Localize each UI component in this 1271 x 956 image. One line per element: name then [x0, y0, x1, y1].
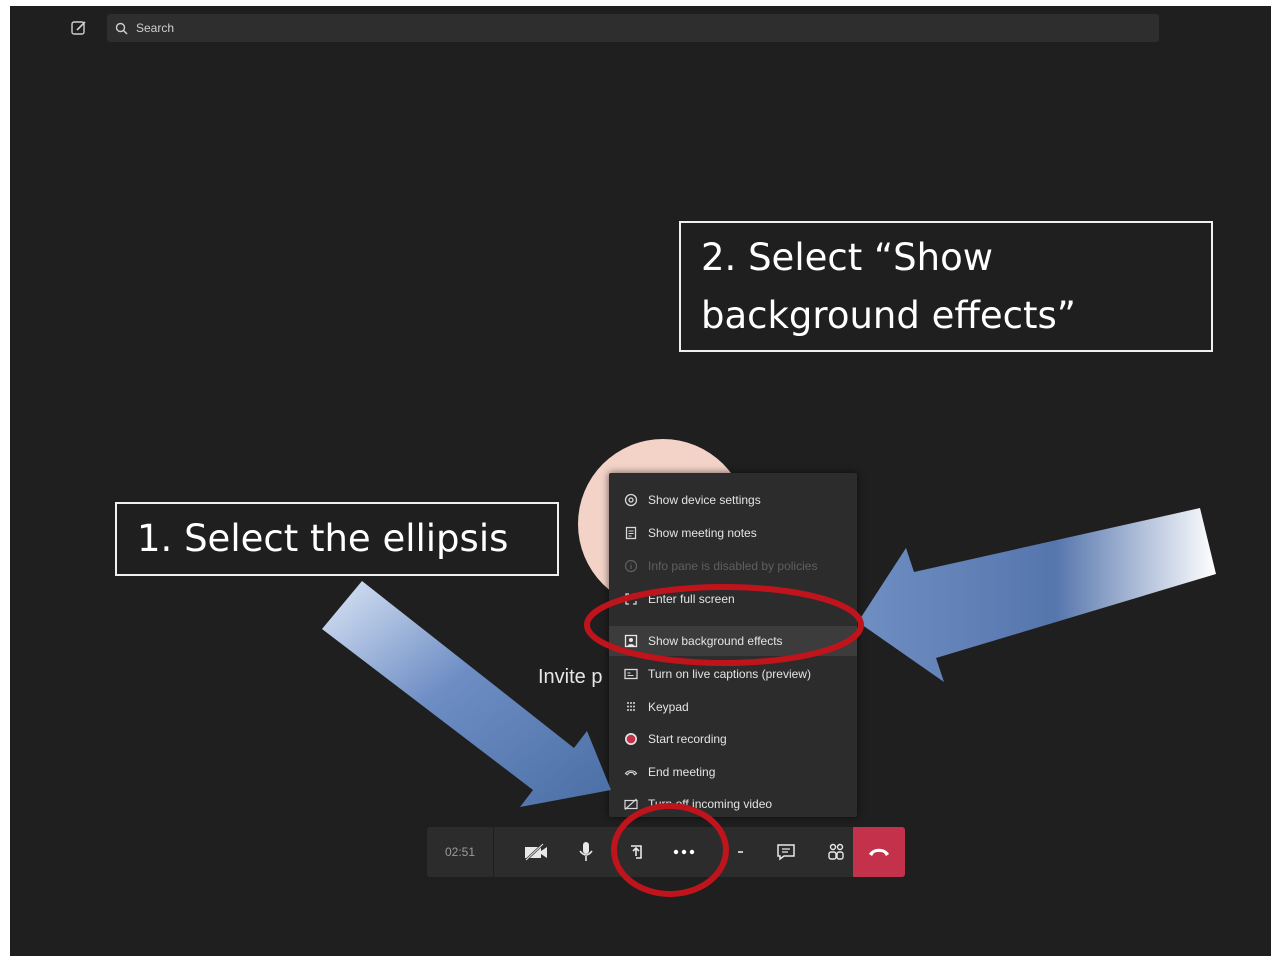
- microphone-icon: [579, 842, 593, 861]
- search-bar[interactable]: [107, 14, 1159, 42]
- meeting-toolbar: 02:51: [427, 827, 905, 877]
- end-meeting-icon: [623, 764, 639, 780]
- step-1-callout: 1. Select the ellipsis: [115, 502, 559, 576]
- camera-off-icon: [525, 843, 547, 861]
- hang-up-icon: [869, 848, 889, 856]
- menu-item-label: Start recording: [648, 732, 727, 746]
- video-off-icon: [623, 796, 639, 812]
- menu-item-end-meeting[interactable]: End meeting: [609, 757, 857, 787]
- menu-item-label: Turn on live captions (preview): [648, 667, 811, 681]
- teams-meeting-window: 2. Select “Show background effects” 1. S…: [10, 6, 1271, 956]
- menu-item-incoming-video[interactable]: Turn off incoming video: [609, 789, 857, 819]
- menu-item-live-captions[interactable]: Turn on live captions (preview): [609, 659, 857, 689]
- menu-item-meeting-notes[interactable]: Show meeting notes: [609, 518, 857, 548]
- step-2-text-line2: background effects”: [701, 294, 1076, 337]
- menu-item-label: End meeting: [648, 765, 716, 779]
- menu-item-label: Keypad: [648, 700, 689, 714]
- menu-item-start-recording[interactable]: Start recording: [609, 724, 857, 754]
- more-options-icon: [673, 849, 695, 855]
- menu-item-label: Turn off incoming video: [648, 797, 773, 811]
- step-1-text: 1. Select the ellipsis: [137, 517, 509, 560]
- background-effects-icon: [623, 633, 639, 649]
- notes-icon: [623, 525, 639, 541]
- menu-item-device-settings[interactable]: Show device settings: [609, 485, 857, 515]
- menu-item-label: Show device settings: [648, 493, 761, 507]
- meeting-timer: 02:51: [427, 827, 494, 877]
- menu-item-full-screen[interactable]: Enter full screen: [609, 584, 857, 614]
- captions-icon: [623, 666, 639, 682]
- record-icon: [623, 731, 639, 747]
- invite-people-text: Invite p: [538, 666, 603, 688]
- menu-item-label: Show meeting notes: [648, 526, 757, 540]
- menu-item-background-effects[interactable]: Show background effects: [609, 626, 857, 656]
- more-options-menu: Show device settings Show meeting notes …: [609, 473, 857, 817]
- menu-item-label: Show background effects: [648, 634, 783, 648]
- menu-item-info-pane: Info pane is disabled by policies: [609, 551, 857, 581]
- top-bar: [10, 6, 1271, 50]
- search-icon: [115, 22, 128, 35]
- gear-icon: [623, 492, 639, 508]
- microphone-button[interactable]: [561, 827, 611, 877]
- search-input[interactable]: [134, 20, 1038, 36]
- step-2-text-line1: 2. Select “Show: [701, 236, 993, 279]
- camera-toggle-button[interactable]: [511, 827, 561, 877]
- step-2-callout: 2. Select “Show background effects”: [679, 221, 1213, 352]
- participants-icon: [828, 843, 844, 860]
- chat-icon: [777, 844, 795, 861]
- menu-item-label: Info pane is disabled by policies: [648, 559, 818, 573]
- chat-button[interactable]: [761, 827, 811, 877]
- share-content-button[interactable]: [611, 827, 661, 877]
- compose-icon: [71, 21, 86, 35]
- hang-up-button[interactable]: [853, 827, 905, 877]
- menu-item-keypad[interactable]: Keypad: [609, 692, 857, 722]
- info-icon: [623, 558, 639, 574]
- raise-hand-button[interactable]: [711, 827, 761, 877]
- raise-hand-icon: [738, 851, 743, 853]
- new-chat-button[interactable]: [68, 18, 90, 38]
- share-icon: [631, 845, 642, 859]
- keypad-icon: [623, 699, 639, 715]
- more-options-button[interactable]: [659, 827, 709, 877]
- menu-item-label: Enter full screen: [648, 592, 735, 606]
- fullscreen-icon: [623, 591, 639, 607]
